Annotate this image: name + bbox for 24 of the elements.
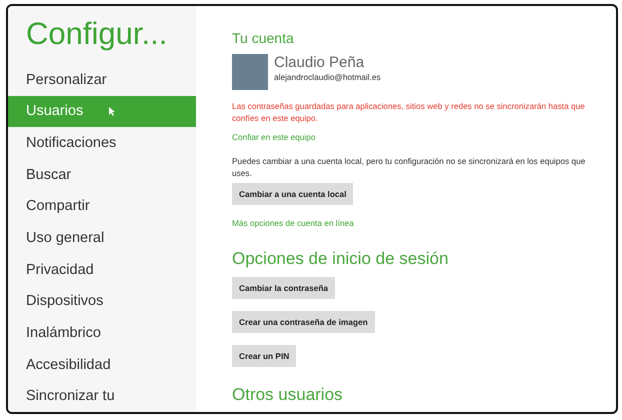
settings-title: Configur... (25, 16, 168, 53)
signin-option-button[interactable]: Crear una contraseña de imagen (232, 311, 375, 333)
user-email: alejandroclaudio@hotmail.es (274, 71, 381, 83)
signin-option-button[interactable]: Cambiar la contraseña (232, 277, 335, 299)
sidebar-item[interactable]: Buscar (8, 158, 196, 190)
user-name: Claudio Peña (274, 54, 366, 71)
photo-placeholder (232, 54, 268, 90)
section-heading: Otros usuarios (232, 385, 343, 405)
sidebar-item[interactable]: Dispositivos (8, 285, 196, 318)
sidebar-item[interactable]: Compartir (8, 190, 196, 222)
sidebar-item[interactable]: Uso general (8, 222, 196, 254)
pointer-icon (109, 106, 116, 116)
info-text: Puedes cambiar a una cuenta local, pero tu configuración no se sincronizará en los equipos que uses. (232, 155, 586, 179)
section-heading: Opciones de inicio de sesión (232, 249, 448, 269)
section-heading: Tu cuenta (232, 30, 294, 46)
sidebar-item[interactable]: Accesibilidad (8, 348, 196, 380)
signin-option-button[interactable]: Crear un PIN (232, 345, 296, 367)
warning-text: Las contraseñas guardadas para aplicaciones, sitios web y redes no se sincronizarán hasta que confíes en este equipo. (232, 100, 586, 124)
sidebar-item[interactable]: Privacidad (8, 254, 196, 286)
sidebar-item[interactable]: Notificaciones (8, 127, 196, 159)
sidebar-item[interactable]: Sincronizar tu (8, 380, 196, 412)
sidebar-item[interactable]: Personalizar (8, 64, 196, 96)
sidebar-item[interactable]: Inalámbrico (8, 317, 196, 349)
local-account-button[interactable]: Cambiar a una cuenta local (232, 183, 354, 205)
